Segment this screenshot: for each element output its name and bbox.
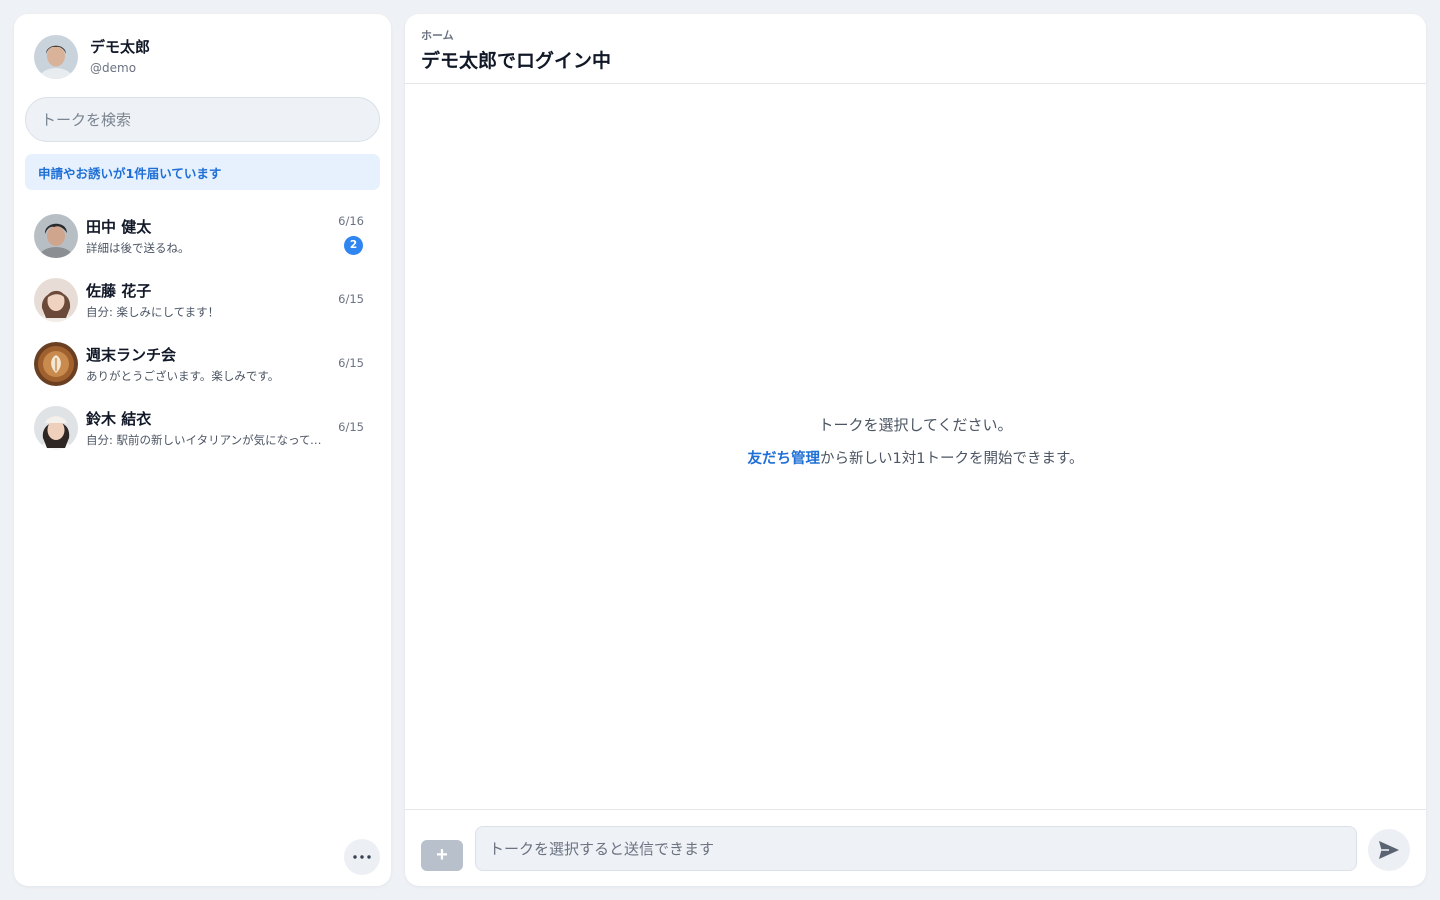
profile-name: デモ太郎 xyxy=(90,38,151,56)
avatar xyxy=(34,342,78,386)
empty-state-title: トークを選択してください。 xyxy=(818,416,1013,434)
unread-badge: 2 xyxy=(344,236,363,255)
composer: + xyxy=(405,809,1426,886)
avatar xyxy=(34,214,78,258)
talk-item-suzuki[interactable]: 鈴木 結衣 自分: 駅前の新しいイタリアンが気になってます 6/15 xyxy=(14,396,391,460)
talk-item-lunch-group[interactable]: 週末ランチ会 ありがとうございます。楽しみです。 6/15 xyxy=(14,332,391,396)
talk-item-sato[interactable]: 佐藤 花子 自分: 楽しみにしてます！ 6/15 xyxy=(14,268,391,332)
profile-handle: @demo xyxy=(90,61,137,75)
page-title: デモ太郎でログイン中 xyxy=(421,50,612,72)
breadcrumb: ホーム xyxy=(421,29,454,42)
profile[interactable]: デモ太郎 @demo xyxy=(34,34,150,80)
talk-date: 6/16 xyxy=(338,214,364,228)
talk-name: 週末ランチ会 xyxy=(86,345,177,364)
friends-management-link[interactable]: 友だち管理 xyxy=(748,451,821,467)
main-header: ホーム デモ太郎でログイン中 xyxy=(405,14,1426,84)
talk-name: 佐藤 花子 xyxy=(86,281,152,300)
more-button[interactable] xyxy=(344,839,380,875)
plus-icon: + xyxy=(436,844,448,866)
send-button[interactable] xyxy=(1368,829,1410,871)
talk-preview: 詳細は後で送るね。 xyxy=(86,240,190,255)
more-icon xyxy=(353,855,371,859)
talk-name: 田中 健太 xyxy=(86,217,152,236)
search-input[interactable] xyxy=(25,97,380,142)
talk-date: 6/15 xyxy=(338,356,364,370)
send-icon xyxy=(1379,841,1399,859)
main-panel: ホーム デモ太郎でログイン中 トークを選択してください。 友だち管理から新しい1… xyxy=(405,14,1426,886)
talk-list: 田中 健太 詳細は後で送るね。 6/16 2 佐藤 花子 自分: 楽しみにしてま… xyxy=(14,204,391,460)
empty-state-hint: 友だち管理から新しい1対1トークを開始できます。 xyxy=(405,448,1426,470)
profile-avatar xyxy=(34,35,78,79)
sidebar: デモ太郎 @demo 申請やお誘いが1件届いています 田中 健太 詳 xyxy=(14,14,391,886)
avatar xyxy=(34,406,78,450)
talk-date: 6/15 xyxy=(338,420,364,434)
message-input[interactable] xyxy=(475,826,1357,871)
requests-notice[interactable]: 申請やお誘いが1件届いています xyxy=(25,154,380,190)
talk-date: 6/15 xyxy=(338,292,364,306)
avatar xyxy=(34,278,78,322)
talk-preview: ありがとうございます。楽しみです。 xyxy=(86,368,280,383)
empty-state: トークを選択してください。 友だち管理から新しい1対1トークを開始できます。 xyxy=(405,414,1426,470)
app: デモ太郎 @demo 申請やお誘いが1件届いています 田中 健太 詳 xyxy=(0,0,1440,900)
attach-button[interactable]: + xyxy=(421,840,463,871)
talk-name: 鈴木 結衣 xyxy=(86,409,152,428)
talk-preview: 自分: 楽しみにしてます！ xyxy=(86,304,220,319)
empty-state-hint-text: から新しい1対1トークを開始できます。 xyxy=(820,451,1084,467)
talk-preview: 自分: 駅前の新しいイタリアンが気になってます xyxy=(86,432,331,447)
talk-item-tanaka[interactable]: 田中 健太 詳細は後で送るね。 6/16 2 xyxy=(14,204,391,268)
